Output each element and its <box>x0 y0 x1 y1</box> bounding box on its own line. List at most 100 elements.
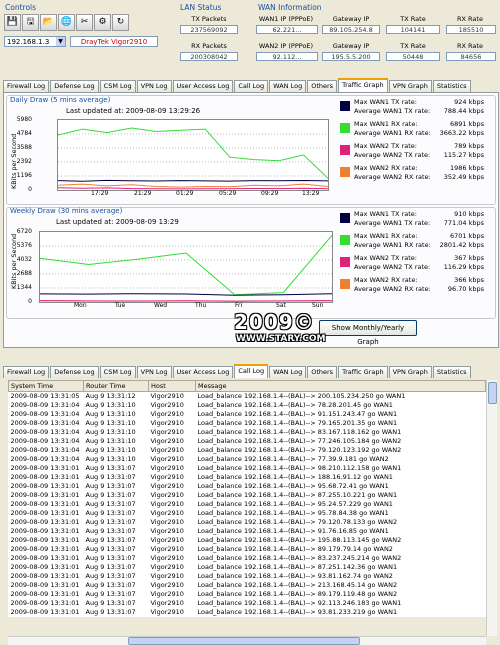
daily-xtick: 13:29 <box>302 190 319 197</box>
cell-router-time: Aug 9 13:31:07 <box>84 581 149 590</box>
cell-message: Load_balance 192.168.1.4--(BAL)--> 79.12… <box>196 446 486 455</box>
col-host[interactable]: Host <box>149 381 196 392</box>
cell-router-time: Aug 9 13:31:07 <box>84 482 149 491</box>
legend-max-value: 366 kbps <box>424 276 484 285</box>
tab-csm-log[interactable]: CSM Log <box>100 366 136 378</box>
table-row[interactable]: 2009-08-09 13:31:04Aug 9 13:31:10Vigor29… <box>9 428 486 437</box>
scroll-thumb[interactable] <box>488 382 497 404</box>
wan2-rx-label: RX Rate <box>444 42 496 50</box>
weekly-ytick: 2688 <box>10 270 32 277</box>
cell-router-time: Aug 9 13:31:07 <box>84 590 149 599</box>
folder-icon[interactable]: 📂 <box>40 14 57 31</box>
weekly-xtick: Sun <box>312 302 323 309</box>
wan-info-title: WAN Information <box>258 3 322 12</box>
log-body: 2009-08-09 13:31:05Aug 9 13:31:12Vigor29… <box>9 392 486 618</box>
cell-router-time: Aug 9 13:31:07 <box>84 527 149 536</box>
tab-others[interactable]: Others <box>307 366 337 378</box>
table-row[interactable]: 2009-08-09 13:31:01Aug 9 13:31:07Vigor29… <box>9 590 486 599</box>
cell-host: Vigor2910 <box>149 563 196 572</box>
col-router-time[interactable]: Router Time <box>84 381 149 392</box>
table-row[interactable]: 2009-08-09 13:31:01Aug 9 13:31:07Vigor29… <box>9 500 486 509</box>
table-row[interactable]: 2009-08-09 13:31:04Aug 9 13:31:10Vigor29… <box>9 401 486 410</box>
show-monthly-yearly-button[interactable]: Show Monthly/Yearly Graph <box>319 320 417 336</box>
table-row[interactable]: 2009-08-09 13:31:01Aug 9 13:31:07Vigor29… <box>9 473 486 482</box>
table-row[interactable]: 2009-08-09 13:31:01Aug 9 13:31:07Vigor29… <box>9 554 486 563</box>
daily-updated: Last updated at: 2009-08-09 13:29:26 <box>66 107 200 115</box>
tab-defense-log[interactable]: Defense Log <box>50 80 98 92</box>
table-row[interactable]: 2009-08-09 13:31:04Aug 9 13:31:10Vigor29… <box>9 437 486 446</box>
table-row[interactable]: 2009-08-09 13:31:04Aug 9 13:31:10Vigor29… <box>9 419 486 428</box>
router-ip-select[interactable]: 192.168.1.3 ▼ <box>4 36 66 47</box>
tab-csm-log[interactable]: CSM Log <box>100 80 136 92</box>
table-row[interactable]: 2009-08-09 13:31:01Aug 9 13:31:07Vigor29… <box>9 581 486 590</box>
table-row[interactable]: 2009-08-09 13:31:04Aug 9 13:31:10Vigor29… <box>9 455 486 464</box>
cell-host: Vigor2910 <box>149 455 196 464</box>
cell-host: Vigor2910 <box>149 581 196 590</box>
tab-others[interactable]: Others <box>307 80 337 92</box>
wan1-ip-value: 62.221... <box>256 25 318 34</box>
table-row[interactable]: 2009-08-09 13:31:01Aug 9 13:31:07Vigor29… <box>9 527 486 536</box>
tab-statistics[interactable]: Statistics <box>433 80 471 92</box>
col-system-time[interactable]: System Time <box>9 381 84 392</box>
tab-user-access-log[interactable]: User Access Log <box>173 366 234 378</box>
tab-wan-log[interactable]: WAN Log <box>269 80 306 92</box>
tab-traffic-graph[interactable]: Traffic Graph <box>338 366 388 378</box>
table-row[interactable]: 2009-08-09 13:31:01Aug 9 13:31:07Vigor29… <box>9 608 486 617</box>
tab-vpn-graph[interactable]: VPN Graph <box>389 366 432 378</box>
tab-firewall-log[interactable]: Firewall Log <box>3 80 49 92</box>
table-row[interactable]: 2009-08-09 13:31:01Aug 9 13:31:07Vigor29… <box>9 536 486 545</box>
wan2-tx-label: TX Rate <box>384 42 442 50</box>
table-row[interactable]: 2009-08-09 13:31:01Aug 9 13:31:07Vigor29… <box>9 464 486 473</box>
tab-defense-log[interactable]: Defense Log <box>50 366 98 378</box>
globe-icon[interactable]: 🌐 <box>58 14 75 31</box>
col-message[interactable]: Message <box>196 381 486 392</box>
save-icon[interactable]: 💾 <box>4 14 21 31</box>
cell-message: Load_balance 192.168.1.4--(BAL)--> 89.17… <box>196 545 486 554</box>
table-row[interactable]: 2009-08-09 13:31:05Aug 9 13:31:12Vigor29… <box>9 392 486 402</box>
table-row[interactable]: 2009-08-09 13:31:04Aug 9 13:31:10Vigor29… <box>9 446 486 455</box>
tab-vpn-graph[interactable]: VPN Graph <box>389 80 432 92</box>
tab-firewall-log[interactable]: Firewall Log <box>3 366 49 378</box>
wan1-tx-label: TX Rate <box>384 15 442 23</box>
table-row[interactable]: 2009-08-09 13:31:01Aug 9 13:31:07Vigor29… <box>9 572 486 581</box>
tab-traffic-graph[interactable]: Traffic Graph <box>338 78 388 92</box>
settings-icon[interactable]: ⚙ <box>94 14 111 31</box>
table-row[interactable]: 2009-08-09 13:31:01Aug 9 13:31:07Vigor29… <box>9 509 486 518</box>
daily-xtick: 01:29 <box>176 190 193 197</box>
tab-statistics[interactable]: Statistics <box>433 366 471 378</box>
tools-icon[interactable]: ✂ <box>76 14 93 31</box>
cell-message: Load_balance 192.168.1.4--(BAL)--> 87.25… <box>196 563 486 572</box>
watermark-url: WWW.STARY.COM <box>236 334 325 344</box>
tab-call-log[interactable]: Call Log <box>234 80 268 92</box>
cell-message: Load_balance 192.168.1.4--(BAL)--> 89.17… <box>196 590 486 599</box>
tab-wan-log[interactable]: WAN Log <box>269 366 306 378</box>
legend-swatch <box>340 145 350 155</box>
tx-packets-label: TX Packets <box>184 15 234 23</box>
table-row[interactable]: 2009-08-09 13:31:04Aug 9 13:31:10Vigor29… <box>9 410 486 419</box>
legend-max-value: 1986 kbps <box>424 164 484 173</box>
chevron-down-icon[interactable]: ▼ <box>56 37 65 46</box>
series-line-wan1-rx <box>58 128 328 178</box>
table-row[interactable]: 2009-08-09 13:31:01Aug 9 13:31:07Vigor29… <box>9 563 486 572</box>
tab-vpn-log[interactable]: VPN Log <box>137 80 172 92</box>
table-header-row: System Time Router Time Host Message <box>9 381 486 392</box>
table-row[interactable]: 2009-08-09 13:31:01Aug 9 13:31:07Vigor29… <box>9 482 486 491</box>
controls-title: Controls <box>5 3 36 12</box>
cell-host: Vigor2910 <box>149 491 196 500</box>
table-row[interactable]: 2009-08-09 13:31:01Aug 9 13:31:07Vigor29… <box>9 518 486 527</box>
daily-xtick: 09:29 <box>261 190 278 197</box>
daily-xtick: 21:29 <box>134 190 151 197</box>
table-row[interactable]: 2009-08-09 13:31:01Aug 9 13:31:07Vigor29… <box>9 491 486 500</box>
tab-call-log[interactable]: Call Log <box>234 364 268 378</box>
weekly-xtick: Wed <box>154 302 167 309</box>
disk-icon[interactable]: 🖫 <box>22 14 39 31</box>
tab-user-access-log[interactable]: User Access Log <box>173 80 234 92</box>
vertical-scrollbar[interactable] <box>486 380 497 636</box>
series-line-wan1-tx <box>40 294 332 296</box>
table-row[interactable]: 2009-08-09 13:31:01Aug 9 13:31:07Vigor29… <box>9 545 486 554</box>
tab-vpn-log[interactable]: VPN Log <box>137 366 172 378</box>
table-row[interactable]: 2009-08-09 13:31:01Aug 9 13:31:07Vigor29… <box>9 599 486 608</box>
refresh-icon[interactable]: ↻ <box>112 14 129 31</box>
legend-swatch <box>340 213 350 223</box>
cell-host: Vigor2910 <box>149 536 196 545</box>
